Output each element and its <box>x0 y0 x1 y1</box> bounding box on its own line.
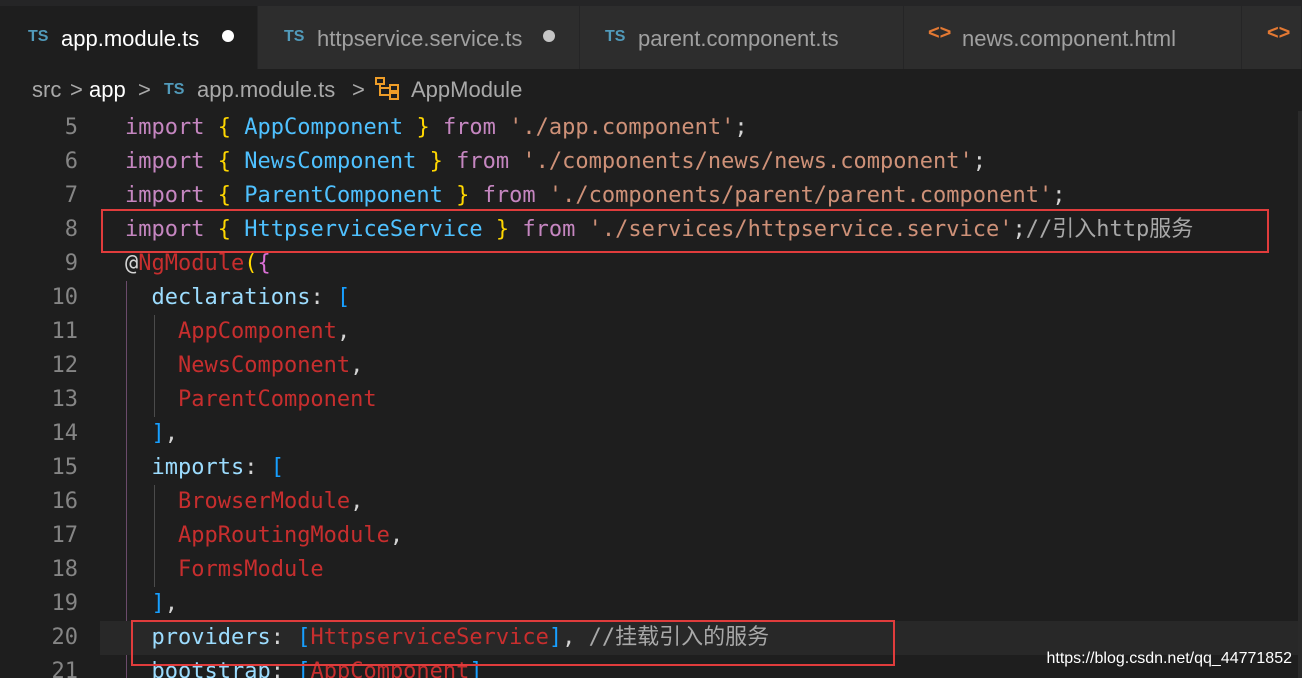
code-line: AppComponent, <box>177 319 351 344</box>
line-number: 9 <box>64 251 78 276</box>
tab-label: httpservice.service.ts <box>317 26 523 51</box>
breadcrumb: src > app > TS app.module.ts > AppModule <box>0 69 1302 111</box>
breadcrumb-symbol[interactable]: AppModule <box>411 77 522 103</box>
tab-news-component-html[interactable]: <> news.component.html <box>904 6 1242 69</box>
code-line: ParentComponent <box>177 387 377 412</box>
line-number: 10 <box>51 285 79 310</box>
code-line: NewsComponent, <box>177 353 364 378</box>
breadcrumb-file[interactable]: app.module.ts <box>197 77 335 103</box>
line-number: 6 <box>64 149 78 174</box>
tab-parent-component[interactable]: TS parent.component.ts <box>580 6 904 69</box>
code-line: imports: [ <box>151 455 284 480</box>
line-number: 16 <box>51 489 79 514</box>
code-line: ], <box>151 421 179 446</box>
class-symbol-icon <box>374 75 400 107</box>
line-number: 17 <box>51 523 79 548</box>
line-number: 5 <box>64 115 78 140</box>
line-number: 11 <box>51 319 79 344</box>
code-line: import { NewsComponent } from './compone… <box>125 149 986 174</box>
typescript-file-icon: TS <box>284 28 305 45</box>
code-line: AppRoutingModule, <box>177 523 404 548</box>
line-number: 13 <box>51 387 79 412</box>
chevron-right-icon: > <box>352 77 365 102</box>
tab-httpservice-service[interactable]: TS httpservice.service.ts <box>258 6 580 69</box>
line-number: 12 <box>51 353 79 378</box>
html-file-icon: <> <box>928 22 952 44</box>
breadcrumb-app[interactable]: app <box>89 77 126 103</box>
tab-label: app.module.ts <box>61 26 200 51</box>
chevron-right-icon: > <box>70 77 83 102</box>
line-number: 14 <box>51 421 79 446</box>
code-editor[interactable]: 5 6 7 8 9 10 11 12 13 14 15 16 17 18 19 … <box>0 111 1302 678</box>
typescript-file-icon: TS <box>28 28 49 45</box>
line-number: 18 <box>51 557 79 582</box>
html-file-icon: <> <box>1267 22 1291 44</box>
code-line: ], <box>151 591 179 616</box>
unsaved-dot-icon[interactable] <box>222 30 234 42</box>
annotation-box-providers <box>131 620 895 666</box>
line-number: 8 <box>64 217 78 242</box>
typescript-file-icon: TS <box>605 28 626 45</box>
tab-label: news.component.html <box>962 26 1176 51</box>
line-number: 15 <box>51 455 79 480</box>
code-line: import { AppComponent } from './app.comp… <box>125 115 748 140</box>
line-number: 20 <box>51 625 79 650</box>
annotation-box-import <box>101 209 1269 253</box>
unsaved-dot-icon[interactable] <box>543 30 555 42</box>
vertical-scrollbar[interactable] <box>1298 111 1302 678</box>
tab-app-module[interactable]: TS app.module.ts <box>0 6 258 69</box>
line-number: 21 <box>51 659 79 678</box>
tab-label: parent.component.ts <box>638 26 839 51</box>
line-number: 7 <box>64 183 78 208</box>
tab-overflow[interactable]: <> <box>1242 6 1302 69</box>
code-line: declarations: [ <box>151 285 351 310</box>
typescript-file-icon: TS <box>164 81 185 98</box>
editor-tab-bar: TS app.module.ts TS httpservice.service.… <box>0 0 1302 69</box>
chevron-right-icon: > <box>138 77 151 102</box>
watermark: https://blog.csdn.net/qq_44771852 <box>1046 650 1292 667</box>
breadcrumb-src[interactable]: src <box>32 77 61 103</box>
code-line: BrowserModule, <box>177 489 364 514</box>
line-number: 19 <box>51 591 79 616</box>
code-line: FormsModule <box>177 557 324 582</box>
code-line: import { ParentComponent } from './compo… <box>125 183 1066 208</box>
